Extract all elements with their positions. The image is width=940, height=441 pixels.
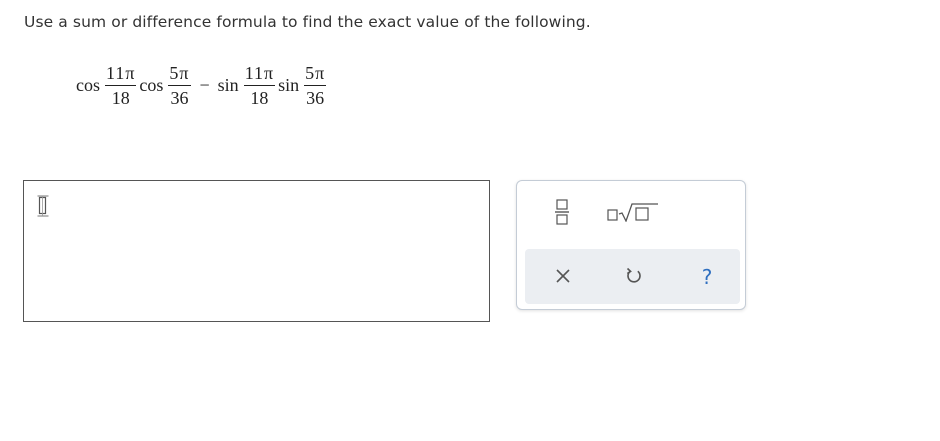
- undo-icon: [625, 266, 643, 288]
- sin-function: sin: [278, 74, 300, 95]
- fraction-denominator: 36: [170, 87, 189, 108]
- fraction-numerator: 11π: [243, 63, 276, 86]
- undo-button[interactable]: [619, 262, 649, 292]
- fraction-denominator: 18: [111, 87, 130, 108]
- help-icon: ?: [701, 265, 713, 289]
- fraction-button[interactable]: [547, 195, 577, 233]
- fraction-numerator: 11π: [105, 63, 137, 86]
- fraction-icon: [554, 199, 570, 229]
- math-toolbox: ?: [516, 180, 746, 310]
- help-button[interactable]: ?: [692, 262, 722, 292]
- fraction-denominator: 36: [306, 87, 325, 108]
- fraction-11pi-over-18: 11π 18: [243, 63, 276, 108]
- fraction-5pi-over-36: 5π 36: [168, 63, 191, 108]
- fraction-numerator: 5π: [304, 63, 327, 86]
- math-expression: cos 11π 18 cos 5π 36 − sin 11π 18 sin 5π…: [76, 57, 329, 113]
- answer-input[interactable]: [23, 180, 490, 322]
- nth-root-icon: [607, 202, 659, 226]
- toolbox-actions-row: ?: [525, 249, 740, 304]
- fraction-11pi-over-18: 11π 18: [105, 63, 137, 108]
- sin-function: sin: [217, 74, 239, 95]
- input-placeholder-cursor-icon: [36, 195, 50, 221]
- close-icon: [556, 268, 570, 287]
- fraction-denominator: 18: [250, 87, 269, 108]
- cos-function: cos: [76, 74, 100, 95]
- question-prompt: Use a sum or difference formula to find …: [24, 13, 591, 31]
- fraction-numerator: 5π: [168, 63, 191, 86]
- clear-button[interactable]: [549, 263, 577, 291]
- cos-function: cos: [139, 74, 164, 95]
- fraction-5pi-over-36: 5π 36: [304, 63, 327, 108]
- nth-root-button[interactable]: [603, 199, 663, 229]
- minus-operator: −: [199, 74, 210, 95]
